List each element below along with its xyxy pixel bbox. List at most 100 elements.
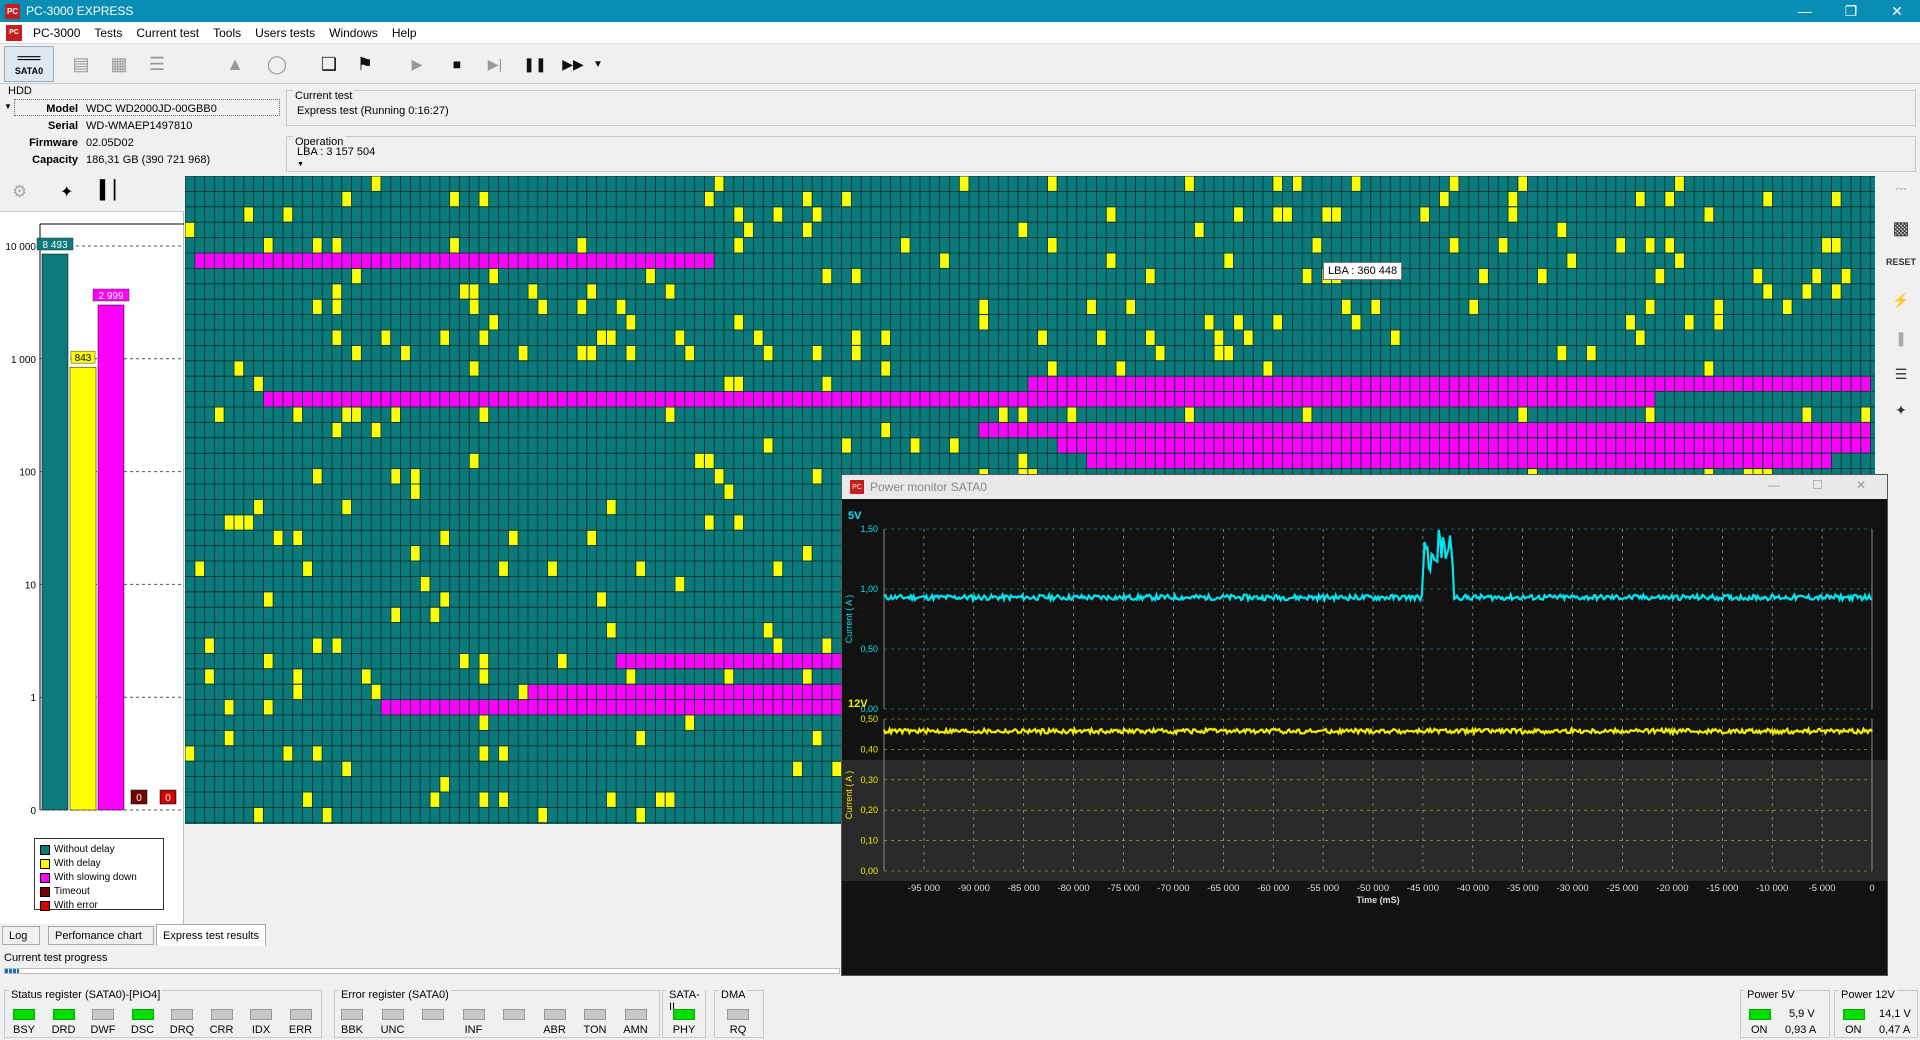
hdd-dropdown-icon[interactable]: ▼ [4, 102, 12, 111]
status-led [92, 1009, 114, 1020]
progress-label: Current test progress [4, 952, 108, 964]
pm-minimize-icon[interactable]: — [1768, 478, 1780, 492]
x-tick-label: -15 000 [1706, 883, 1738, 894]
power-connector-icon[interactable]: ⚡ [1888, 288, 1914, 312]
tree-icon[interactable]: ▲ [220, 48, 250, 80]
restore-icon[interactable]: ❐ [1828, 0, 1874, 22]
menu-users-tests[interactable]: Users tests [248, 26, 322, 40]
status-led [210, 1009, 233, 1020]
side-tools-icon[interactable]: ✦ [1888, 398, 1914, 422]
status-bit-label: DSC [130, 1024, 155, 1036]
minimize-icon[interactable]: — [1782, 0, 1828, 22]
sata-group: SATA-II PHY [662, 989, 706, 1038]
skip-icon[interactable]: ▶▶ [558, 48, 588, 80]
legend-label: With error [54, 900, 98, 911]
status-register-label: Status register (SATA0)-[PIO4] [9, 989, 163, 1001]
bar-chart-icon[interactable]: ▍▏ [100, 180, 128, 201]
power-monitor-titlebar[interactable]: PC Power monitor SATA0 — ☐ ✕ [842, 475, 1887, 499]
chip-icon[interactable]: ▦ [104, 48, 134, 80]
data-label: 8 493 [42, 240, 67, 251]
log-bar-chart: 10 0001 00010010108 4938432 9990 0 [5, 223, 184, 817]
drive-id-icon[interactable]: ▤ [66, 48, 96, 80]
y-tick-label: 0 [30, 806, 36, 817]
status-led [289, 1009, 312, 1020]
error-bit-label: ABR [543, 1024, 566, 1036]
progress-area: Current test progress [0, 948, 841, 984]
x-tick-label: -40 000 [1457, 883, 1489, 894]
sata-port-label: SATA0 [14, 66, 44, 76]
error-led [422, 1009, 444, 1020]
pm-close-icon[interactable]: ✕ [1856, 478, 1866, 492]
y-tick-label: 1 000 [11, 355, 36, 366]
y-tick-label: 1 [30, 693, 36, 704]
y-tick-label: 10 [25, 580, 37, 591]
progress-bar [4, 968, 840, 974]
error-register-label: Error register (SATA0) [339, 989, 451, 1001]
pm-maximize-icon[interactable]: ☐ [1812, 478, 1823, 492]
port-icon[interactable]: ⎓ [1888, 176, 1914, 200]
tab-log[interactable]: Log [2, 926, 40, 945]
tools-icon[interactable]: ✦ [60, 182, 73, 202]
test-select-icon[interactable]: ⚑ [350, 48, 380, 80]
power-monitor-window[interactable]: PC Power monitor SATA0 — ☐ ✕ 5V 1,50 1,00 0… [841, 474, 1888, 976]
tab-performance-chart[interactable]: Perfomance chart [48, 926, 154, 945]
bottom-tabs: Log Perfomance chart Express test result… [0, 924, 290, 946]
hdd-section-label: HDD [8, 85, 32, 97]
x-tick-label: -70 000 [1157, 883, 1189, 894]
menu-pc3000[interactable]: PC-3000 [26, 26, 87, 40]
operation-value: LBA : 3 157 504 [297, 146, 376, 158]
error-bit-label: UNC [380, 1024, 405, 1036]
operation-group: Operation LBA : 3 157 504 ▼ [286, 136, 1916, 172]
power12-current: 0,47 A [1879, 1024, 1911, 1036]
channel-label: 5V [848, 510, 862, 522]
step-icon[interactable]: ▶| [480, 48, 510, 80]
x-tick-label: -45 000 [1407, 883, 1439, 894]
power12-voltage: 14,1 V [1879, 1008, 1911, 1020]
x-tick-label: -50 000 [1357, 883, 1389, 894]
disk-icon[interactable]: ◯ [262, 48, 292, 80]
operation-dropdown-icon[interactable]: ▼ [297, 161, 304, 168]
menu-current-test[interactable]: Current test [129, 26, 206, 40]
x-tick-label: -65 000 [1207, 883, 1239, 894]
error-bit-label: AMN [623, 1024, 648, 1036]
legend-label: Without delay [54, 844, 115, 855]
play-icon[interactable]: ▶ [402, 48, 432, 80]
status-bit-label: ERR [288, 1024, 313, 1036]
menu-tests[interactable]: Tests [87, 26, 129, 40]
firmware-label: Firmware [29, 136, 78, 149]
close-icon[interactable]: ✕ [1874, 0, 1920, 22]
menu-windows[interactable]: Windows [322, 26, 385, 40]
legend-item: With delay [40, 857, 137, 871]
x-axis-label: Time (mS) [1356, 895, 1399, 905]
y-axis-label: Current ( A ) [844, 595, 854, 644]
x-tick-label: -55 000 [1307, 883, 1339, 894]
sata-port-button[interactable]: ══ SATA0 [4, 46, 54, 82]
reset-icon[interactable]: RESET [1886, 250, 1916, 274]
menu-help[interactable]: Help [385, 26, 424, 40]
power12-led[interactable] [1843, 1009, 1865, 1020]
menu-tools[interactable]: Tools [206, 26, 248, 40]
chevron-down-icon[interactable]: ▼ [588, 48, 608, 80]
windows-icon[interactable]: ❏ [314, 48, 344, 80]
pause-side-icon[interactable]: ❚ [1888, 326, 1914, 350]
board-icon[interactable]: ▩ [1888, 216, 1914, 240]
tab-express-test-results[interactable]: Express test results [156, 924, 266, 946]
model-row: Model WDC WD2000JD-00GBB0 [14, 100, 282, 117]
y-tick-label: 0,00 [860, 866, 878, 876]
error-bit-label: INF [464, 1024, 483, 1036]
settings-gear-icon[interactable]: ⚙ [12, 182, 27, 202]
legend-item: Without delay [40, 843, 137, 857]
current-test-group: Current test Express test (Running 0:16:… [286, 90, 1916, 126]
pause-icon[interactable]: ❚❚ [520, 48, 550, 80]
x-tick-label: -90 000 [958, 883, 990, 894]
x-tick-label: -5 000 [1809, 883, 1836, 894]
hdd-panel: HDD ▼ Model WDC WD2000JD-00GBB0 Serial WD-… [0, 84, 284, 172]
list-icon[interactable]: ☰ [142, 48, 172, 80]
status-bit-label: DRQ [169, 1024, 195, 1036]
status-led [171, 1009, 193, 1020]
x-tick-label: -85 000 [1008, 883, 1040, 894]
stop-icon[interactable]: ■ [442, 48, 472, 80]
power5-voltage: 5,9 V [1789, 1008, 1815, 1020]
power5-led[interactable] [1749, 1009, 1771, 1020]
log-list-icon[interactable]: ☰ [1888, 362, 1914, 386]
